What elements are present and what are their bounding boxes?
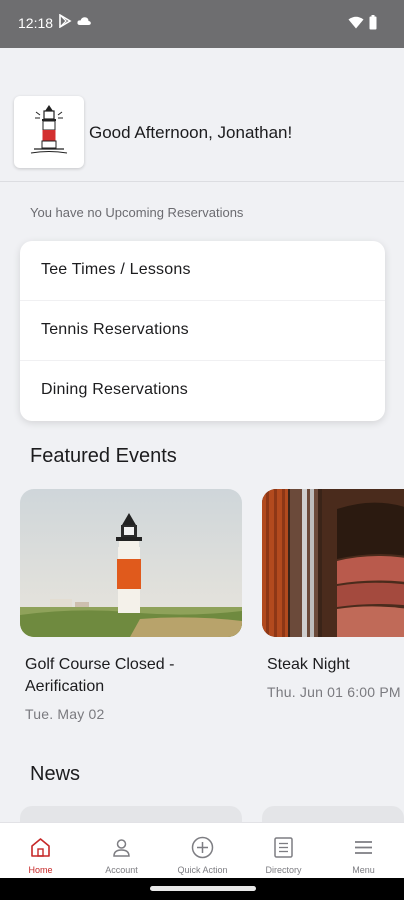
wifi-icon xyxy=(348,16,364,29)
event-image-steak-night[interactable] xyxy=(262,489,404,637)
featured-events-title: Featured Events xyxy=(30,445,177,467)
nav-directory[interactable]: Directory xyxy=(243,823,324,879)
event-image-golf-course[interactable] xyxy=(20,489,242,637)
nav-quick-action-label: Quick Action xyxy=(177,865,228,875)
play-store-icon xyxy=(59,14,72,28)
steak-photo xyxy=(262,489,404,637)
person-icon xyxy=(113,839,130,857)
plus-circle-icon xyxy=(191,836,214,859)
dining-reservations-button[interactable]: Dining Reservations xyxy=(20,361,385,421)
nav-home-label: Home xyxy=(28,865,53,875)
nav-account[interactable]: Account xyxy=(81,823,162,879)
no-reservations-message: You have no Upcoming Reservations xyxy=(30,205,244,220)
event-date-steak-night: Thu. Jun 01 6:00 PM xyxy=(267,684,401,700)
club-logo xyxy=(14,96,84,168)
system-navigation-bar xyxy=(0,878,404,900)
cloud-icon xyxy=(77,17,91,25)
reservations-card: Tee Times / Lessons Tennis Reservations … xyxy=(20,241,385,421)
hamburger-menu-icon xyxy=(355,841,372,854)
nav-menu-label: Menu xyxy=(352,865,375,875)
nav-quick-action[interactable]: Quick Action xyxy=(162,823,243,879)
home-icon xyxy=(31,838,50,857)
bottom-navigation: Home Account Quick Action Directory Menu xyxy=(0,822,404,878)
lighthouse-logo-icon xyxy=(30,105,68,154)
news-title: News xyxy=(30,763,81,785)
event-title-steak-night[interactable]: Steak Night xyxy=(267,654,404,676)
nav-menu[interactable]: Menu xyxy=(323,823,404,879)
lighthouse-photo xyxy=(20,489,242,637)
list-icon xyxy=(274,837,293,858)
home-gesture-handle[interactable] xyxy=(150,886,256,891)
tee-times-button[interactable]: Tee Times / Lessons xyxy=(20,241,385,301)
event-date-golf-course: Tue. May 02 xyxy=(25,706,105,722)
nav-directory-label: Directory xyxy=(265,865,302,875)
nav-account-label: Account xyxy=(105,865,138,875)
battery-icon xyxy=(369,15,377,30)
greeting-text: Good Afternoon, Jonathan! xyxy=(89,123,293,142)
nav-home[interactable]: Home xyxy=(0,823,81,879)
tennis-reservations-button[interactable]: Tennis Reservations xyxy=(20,301,385,361)
event-title-golf-course[interactable]: Golf Course Closed - Aerification xyxy=(25,654,235,698)
status-bar: 12:18 xyxy=(0,0,404,48)
greeting-header: Good Afternoon, Jonathan! xyxy=(0,86,404,182)
status-time: 12:18 xyxy=(18,15,54,31)
